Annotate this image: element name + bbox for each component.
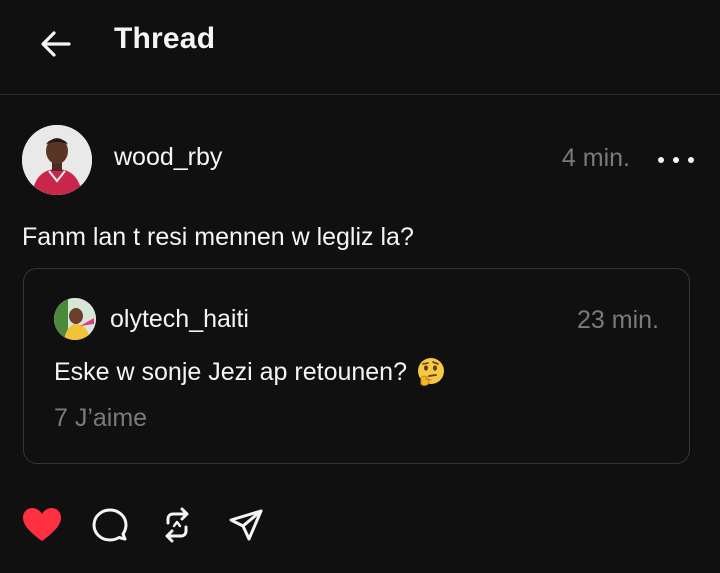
heart-icon [23, 508, 61, 541]
repost-button[interactable] [156, 504, 198, 546]
avatar[interactable] [22, 125, 92, 195]
quoted-post-card[interactable]: olytech_haiti 23 min. Eske w sonje Jezi … [23, 268, 690, 464]
like-button[interactable] [21, 504, 63, 546]
arrow-left-icon [41, 31, 71, 57]
post-username[interactable]: wood_rby [114, 143, 222, 172]
post-actions [0, 500, 720, 550]
back-button[interactable] [36, 24, 76, 64]
comment-icon [92, 508, 128, 542]
quoted-timestamp: 23 min. [577, 306, 659, 334]
thinking-face-icon [418, 358, 444, 386]
quoted-text-row: Eske w sonje Jezi ap retounen? [54, 356, 447, 388]
top-bar: Thread [0, 0, 720, 95]
send-icon [229, 509, 263, 541]
share-button[interactable] [225, 504, 267, 546]
quoted-text: Eske w sonje Jezi ap retounen? [54, 357, 407, 386]
quoted-avatar[interactable] [54, 298, 96, 340]
more-options-button[interactable] [658, 148, 694, 172]
page-title: Thread [114, 22, 216, 55]
quoted-username[interactable]: olytech_haiti [110, 305, 249, 334]
post-text: Fanm lan t resi mennen w legliz la? [22, 223, 414, 251]
comment-button[interactable] [89, 504, 131, 546]
more-horizontal-icon [658, 157, 664, 163]
repost-icon [165, 507, 189, 543]
avatar-image [22, 125, 92, 195]
quoted-likes-count[interactable]: 7 J’aime [54, 404, 147, 433]
post-timestamp: 4 min. [561, 144, 630, 172]
quoted-avatar-image [54, 298, 96, 340]
